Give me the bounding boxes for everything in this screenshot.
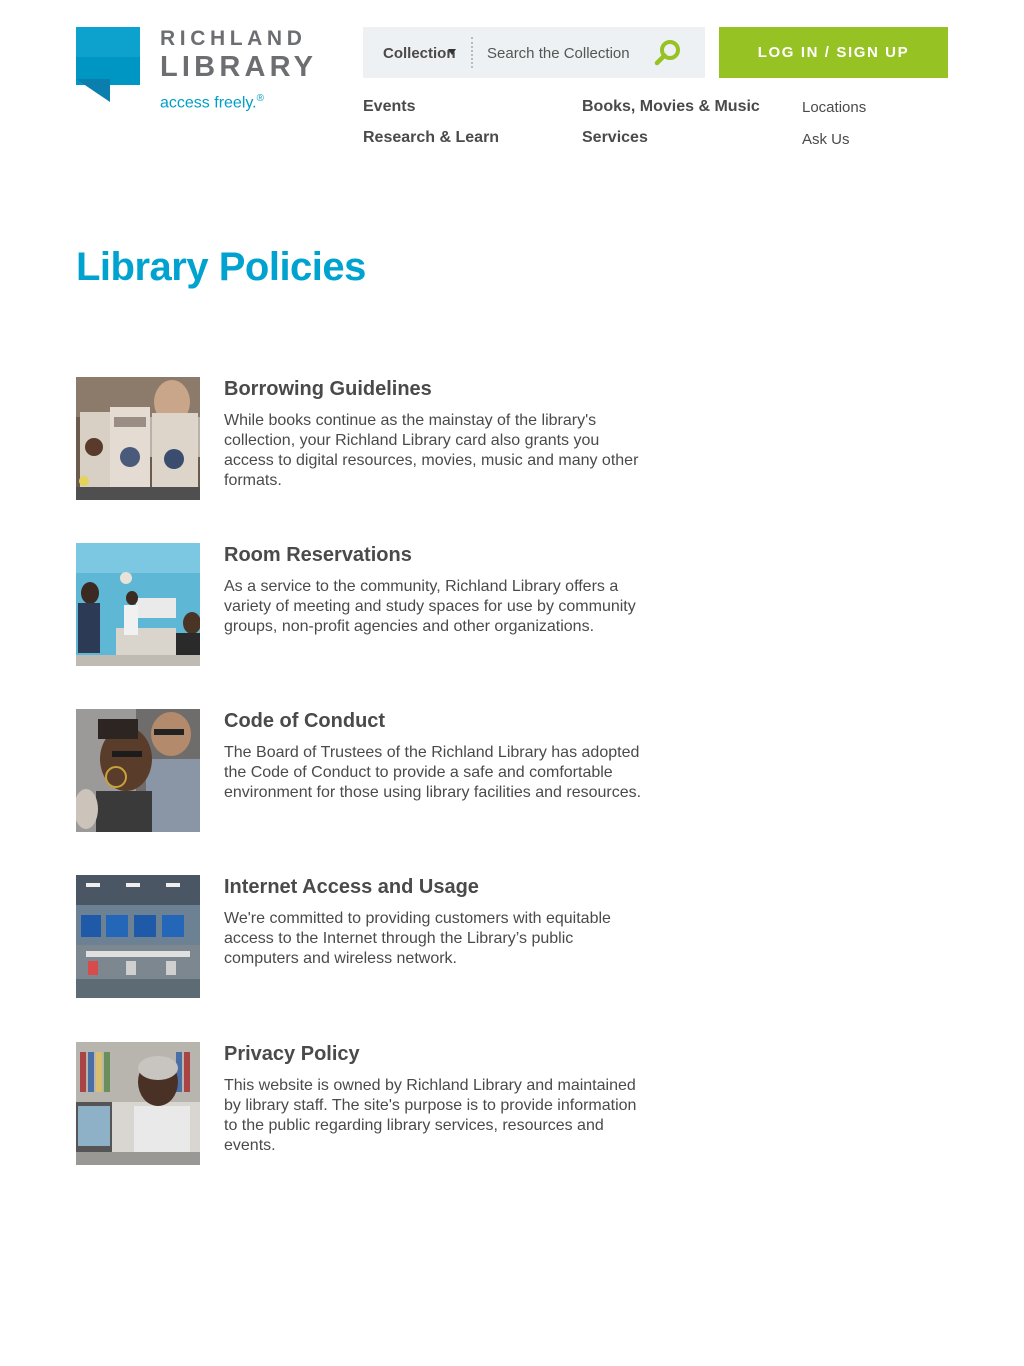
search-scope-select[interactable]: Collection xyxy=(383,27,456,78)
policy-title-link[interactable]: Privacy Policy xyxy=(224,1042,360,1066)
books-photo[interactable] xyxy=(76,377,200,500)
search-input[interactable] xyxy=(483,40,653,66)
speech-bubble-logo-icon xyxy=(76,27,140,102)
search-divider xyxy=(471,37,473,68)
nav-research-learn[interactable]: Research & Learn xyxy=(363,128,499,148)
policy-item-internet: Internet Access and Usage We're committe… xyxy=(76,875,676,999)
policy-title-link[interactable]: Code of Conduct xyxy=(224,709,385,733)
logo-name-line1: RICHLAND xyxy=(160,27,307,50)
meeting-room-photo[interactable] xyxy=(76,543,200,666)
policy-title-link[interactable]: Room Reservations xyxy=(224,543,412,567)
page-title: Library Policies xyxy=(76,245,366,289)
policy-item-privacy: Privacy Policy This website is owned by … xyxy=(76,1042,676,1166)
policy-title-link[interactable]: Internet Access and Usage xyxy=(224,875,479,899)
policy-item-borrowing: Borrowing Guidelines While books continu… xyxy=(76,377,676,501)
logo-name-line2: LIBRARY xyxy=(160,51,318,83)
policy-item-conduct: Code of Conduct The Board of Trustees of… xyxy=(76,709,676,833)
search-icon[interactable] xyxy=(653,38,683,68)
nav-ask-us[interactable]: Ask Us xyxy=(802,130,850,150)
policy-description: While books continue as the mainstay of … xyxy=(224,412,639,489)
logo-tagline: access freely.® xyxy=(160,93,264,112)
man-at-computer-photo[interactable] xyxy=(76,1042,200,1165)
nav-locations[interactable]: Locations xyxy=(802,98,866,118)
nav-services[interactable]: Services xyxy=(582,128,648,148)
caret-down-icon xyxy=(448,49,456,55)
policy-description: The Board of Trustees of the Richland Li… xyxy=(224,744,642,801)
policy-description: We're committed to providing customers w… xyxy=(224,910,611,967)
nav-books-movies-music[interactable]: Books, Movies & Music xyxy=(582,97,760,117)
people-listening-photo[interactable] xyxy=(76,709,200,832)
policy-title-link[interactable]: Borrowing Guidelines xyxy=(224,377,432,401)
login-signup-button[interactable]: LOG IN / SIGN UP xyxy=(719,27,948,78)
policy-description: As a service to the community, Richland … xyxy=(224,578,636,635)
collection-search: Collection xyxy=(363,27,705,78)
policy-item-rooms: Room Reservations As a service to the co… xyxy=(76,543,676,667)
site-logo[interactable]: RICHLAND LIBRARY access freely.® xyxy=(76,27,326,117)
policy-description: This website is owned by Richland Librar… xyxy=(224,1077,637,1154)
computer-lab-photo[interactable] xyxy=(76,875,200,998)
nav-events[interactable]: Events xyxy=(363,97,415,117)
